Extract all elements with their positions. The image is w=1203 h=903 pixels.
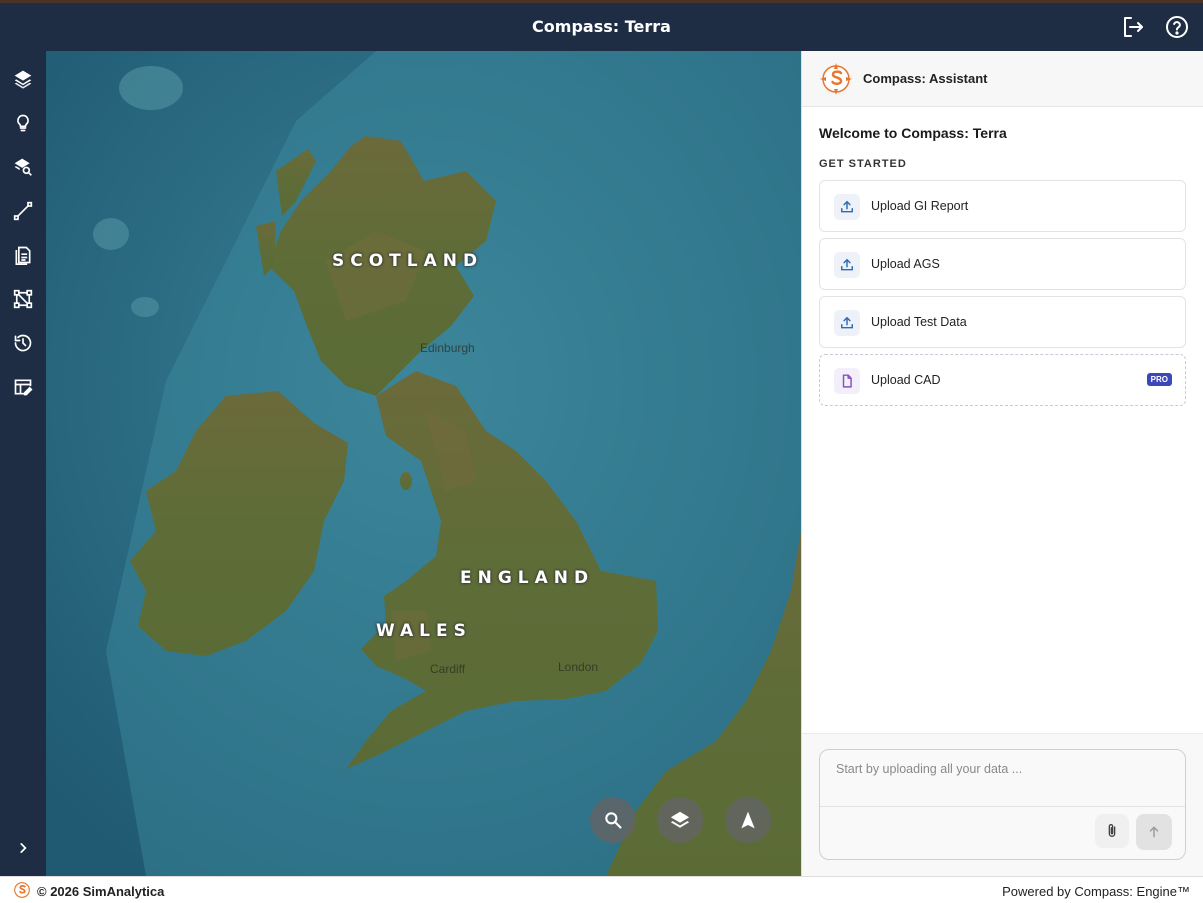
map-search-button[interactable] bbox=[590, 797, 636, 843]
app-root: Compass: Terra SCOTLAND ENGLAND WALES Ed… bbox=[0, 0, 1203, 903]
logout-icon[interactable] bbox=[1121, 15, 1145, 39]
polyline-icon[interactable] bbox=[12, 200, 34, 222]
send-button[interactable] bbox=[1136, 814, 1172, 850]
assistant-panel: Compass: Assistant Welcome to Compass: T… bbox=[801, 51, 1203, 876]
layers-icon bbox=[670, 811, 690, 828]
history-icon[interactable] bbox=[12, 332, 34, 354]
file-icon bbox=[834, 368, 860, 394]
upload-icon bbox=[834, 194, 860, 220]
upload-icon bbox=[834, 310, 860, 336]
search-icon bbox=[605, 812, 622, 829]
region-label-england: ENGLAND bbox=[460, 568, 595, 588]
upload-gi-report-button[interactable]: Upload GI Report bbox=[819, 180, 1186, 232]
map-view[interactable]: SCOTLAND ENGLAND WALES Edinburgh Cardiff… bbox=[46, 51, 801, 876]
city-label-edinburgh: Edinburgh bbox=[420, 341, 475, 355]
pro-badge: PRO bbox=[1146, 373, 1172, 386]
upload-ags-button[interactable]: Upload AGS bbox=[819, 238, 1186, 290]
action-label: Upload Test Data bbox=[871, 315, 967, 329]
welcome-heading: Welcome to Compass: Terra bbox=[819, 125, 1007, 141]
message-composer bbox=[819, 749, 1186, 860]
navigate-icon bbox=[741, 811, 755, 829]
layers-icon[interactable] bbox=[12, 68, 34, 90]
assistant-title: Compass: Assistant bbox=[863, 71, 988, 86]
attach-button[interactable] bbox=[1095, 814, 1129, 848]
region-label-scotland: SCOTLAND bbox=[332, 251, 484, 271]
lightbulb-icon[interactable] bbox=[12, 112, 34, 134]
chevron-right-icon[interactable] bbox=[12, 837, 34, 859]
upload-icon bbox=[834, 252, 860, 278]
action-label: Upload AGS bbox=[871, 257, 940, 271]
action-label: Upload GI Report bbox=[871, 199, 969, 213]
footer: © 2026 SimAnalytica Powered by Compass: … bbox=[0, 876, 1203, 903]
paperclip-icon bbox=[1108, 824, 1116, 837]
upload-cad-button[interactable]: Upload CAD PRO bbox=[819, 354, 1186, 406]
left-sidebar bbox=[0, 51, 46, 876]
map-layers-button[interactable] bbox=[657, 797, 703, 843]
help-icon[interactable] bbox=[1165, 15, 1189, 39]
city-label-cardiff: Cardiff bbox=[430, 662, 466, 676]
simanalytica-logo-icon bbox=[13, 881, 31, 903]
composer-divider bbox=[820, 806, 1185, 807]
action-label: Upload CAD bbox=[871, 373, 941, 387]
compass-logo-icon bbox=[820, 63, 852, 100]
table-edit-icon[interactable] bbox=[12, 376, 34, 398]
map-navigate-button[interactable] bbox=[725, 797, 771, 843]
top-header: Compass: Terra bbox=[0, 0, 1203, 51]
powered-by-text: Powered by Compass: Engine™ bbox=[1002, 884, 1190, 899]
assistant-header: Compass: Assistant bbox=[802, 51, 1203, 107]
upload-test-data-button[interactable]: Upload Test Data bbox=[819, 296, 1186, 348]
region-label-wales: WALES bbox=[376, 621, 472, 641]
layer-search-icon[interactable] bbox=[12, 156, 34, 178]
composer-area bbox=[802, 733, 1203, 876]
document-icon[interactable] bbox=[12, 244, 34, 266]
network-icon[interactable] bbox=[12, 288, 34, 310]
map-canvas bbox=[46, 51, 801, 876]
app-title: Compass: Terra bbox=[532, 17, 671, 36]
city-label-london: London bbox=[558, 660, 599, 674]
copyright-text: © 2026 SimAnalytica bbox=[37, 884, 165, 899]
get-started-label: GET STARTED bbox=[819, 158, 907, 170]
message-input[interactable] bbox=[836, 762, 1166, 776]
arrow-up-icon bbox=[1149, 826, 1159, 838]
